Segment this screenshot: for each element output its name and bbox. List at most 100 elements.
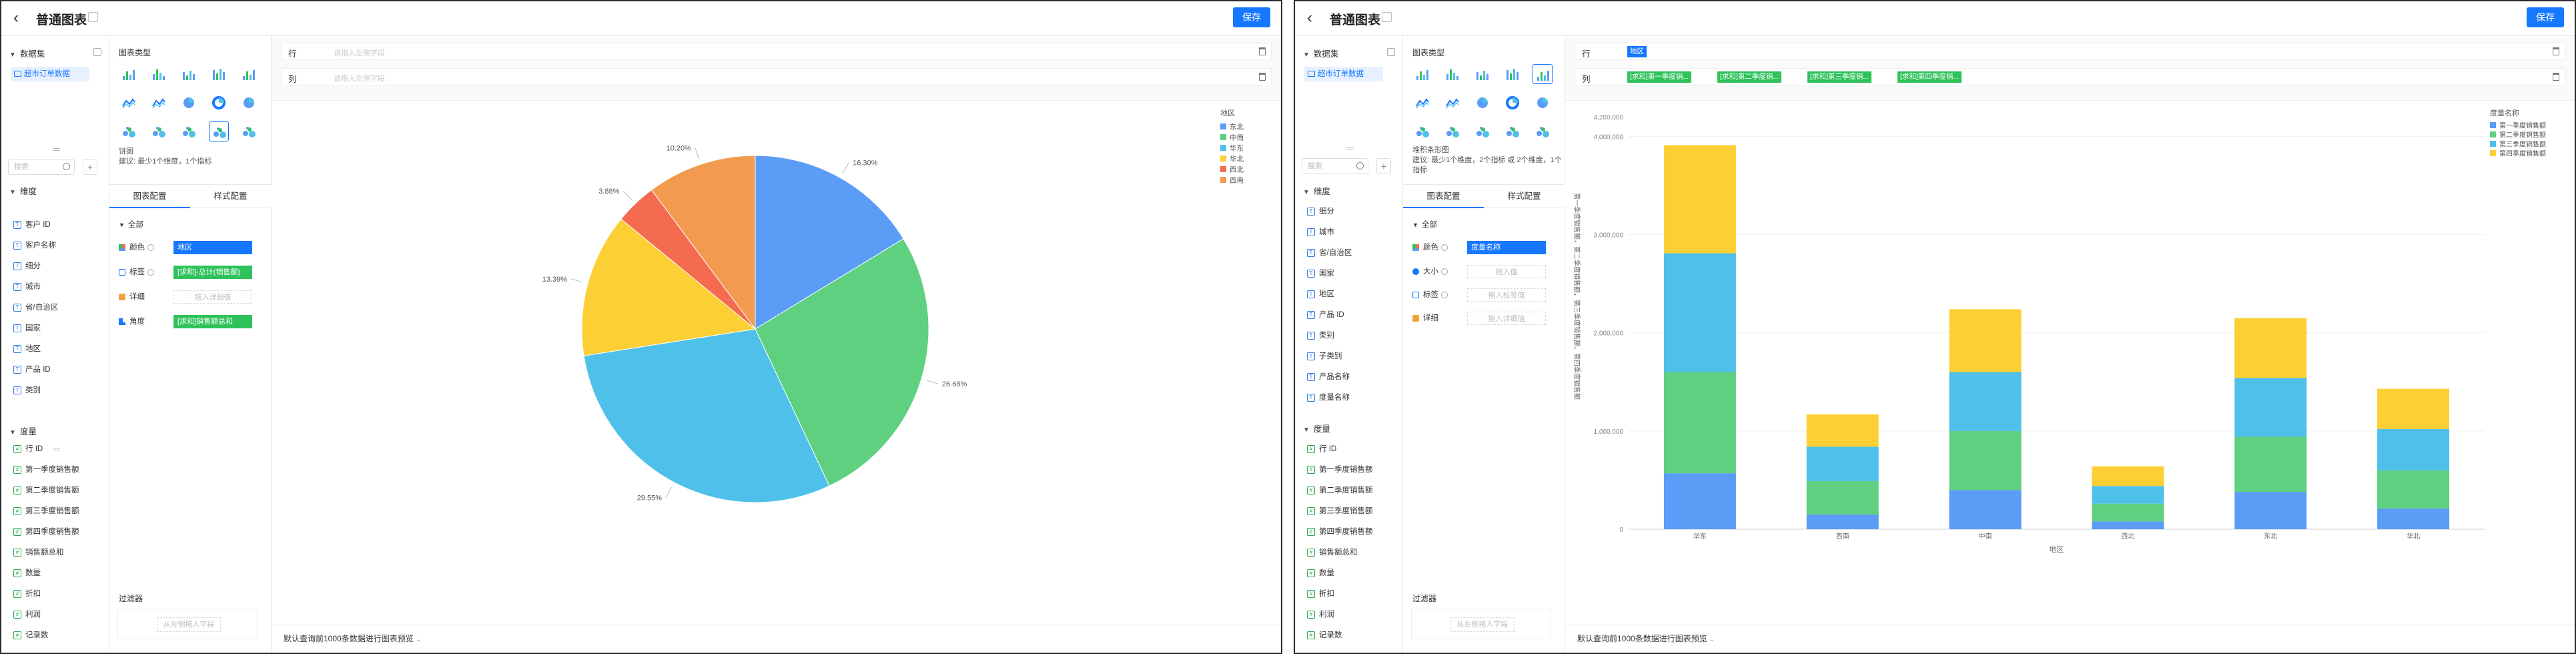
resize-handle[interactable]	[53, 448, 60, 450]
back-icon[interactable]: ‹	[13, 10, 19, 26]
chart-type-area-icon[interactable]	[1442, 93, 1462, 113]
measure-field[interactable]: # 行 ID	[1307, 443, 1336, 455]
chart-type-pie-icon[interactable]	[1472, 93, 1492, 113]
add-field-button[interactable]: +	[1376, 158, 1391, 174]
tab-chart-config[interactable]: 图表配置	[1403, 185, 1484, 208]
dimension-field[interactable]: T 产品 ID	[13, 364, 51, 376]
measure-field[interactable]: # 第三季度销售额	[1307, 505, 1373, 517]
row-shelf[interactable]: 行请拖入左侧字段	[281, 43, 1272, 60]
dimension-field[interactable]: T 国家	[13, 322, 41, 334]
add-field-button[interactable]: +	[83, 159, 97, 175]
legend-item[interactable]: 第三季度销售额	[2499, 140, 2546, 149]
bar-segment[interactable]	[1663, 473, 1736, 529]
bar-segment[interactable]	[1663, 145, 1736, 254]
bar-segment[interactable]	[2377, 388, 2450, 429]
measure-field[interactable]: # 记录数	[1307, 629, 1342, 641]
chart-type-grouped-bar-icon[interactable]	[209, 64, 229, 84]
chart-type-histogram-icon[interactable]	[209, 121, 229, 141]
legend-item[interactable]: 中南	[1230, 133, 1244, 142]
chart-type-scatter-icon[interactable]	[119, 121, 139, 141]
chart-type-area-icon[interactable]	[149, 93, 169, 113]
bar-segment[interactable]	[1949, 430, 2022, 490]
dimension-field[interactable]: T 城市	[1307, 226, 1334, 238]
legend-item[interactable]: 第四季度销售额	[2499, 149, 2546, 158]
size-dropzone[interactable]: 拖入值	[1467, 265, 1546, 278]
chevron-down-icon[interactable]: ⌄	[1709, 636, 1715, 643]
chart-type-funnel-icon[interactable]	[1472, 121, 1492, 141]
filter-dropzone[interactable]: 从左侧拖入字段	[1411, 609, 1551, 639]
dimension-field[interactable]: T 细分	[1307, 206, 1334, 218]
chart-type-grouped-bar-icon[interactable]	[1502, 64, 1523, 84]
measure-field[interactable]: # 折扣	[13, 588, 41, 600]
chart-type-scatter-icon[interactable]	[1412, 121, 1432, 141]
dataset-switch-icon[interactable]	[1387, 48, 1395, 56]
bar-segment[interactable]	[2234, 318, 2307, 378]
chart-type-bubble-icon[interactable]	[149, 121, 169, 141]
help-icon[interactable]	[147, 268, 154, 276]
bar-segment[interactable]	[1663, 253, 1736, 372]
delete-icon[interactable]	[1259, 73, 1266, 81]
chart-type-pie-icon[interactable]	[179, 93, 199, 113]
bar-segment[interactable]	[2377, 470, 2450, 509]
help-icon[interactable]	[1441, 291, 1448, 298]
label-field-chip[interactable]: [求和]-总计(销售额)	[173, 266, 252, 279]
chart-type-bar-icon[interactable]	[149, 64, 169, 84]
bar-segment[interactable]	[1806, 414, 1879, 447]
column-field-chip[interactable]: [求和]第一季度销...	[1627, 71, 1692, 83]
bar-segment[interactable]	[1806, 514, 1879, 529]
dimension-field[interactable]: T 客户名称	[13, 240, 56, 252]
edit-icon[interactable]	[1382, 12, 1392, 22]
tab-style-config[interactable]: 样式配置	[1484, 185, 1565, 208]
resize-handle[interactable]	[1347, 147, 1354, 149]
measure-field[interactable]: # 记录数	[13, 629, 49, 641]
chart-type-line-icon[interactable]	[1412, 93, 1432, 113]
measure-field[interactable]: # 利润	[1307, 609, 1334, 621]
row-shelf[interactable]: 行地区	[1575, 43, 2565, 60]
help-icon[interactable]	[1441, 244, 1448, 251]
bar-segment[interactable]	[1806, 446, 1879, 481]
chart-type-funnel-icon[interactable]	[179, 121, 199, 141]
help-icon[interactable]	[1441, 268, 1448, 275]
tab-style-config[interactable]: 样式配置	[190, 185, 271, 208]
chart-type-bar-icon[interactable]	[1442, 64, 1462, 84]
chart-type-radar-icon[interactable]	[239, 121, 259, 141]
chart-type-rose-icon[interactable]	[1533, 93, 1553, 113]
bar-segment[interactable]	[1949, 372, 2022, 431]
tab-chart-config[interactable]: 图表配置	[109, 185, 190, 208]
measure-field[interactable]: # 销售额总和	[1307, 547, 1358, 559]
legend-item[interactable]: 华北	[1230, 155, 1244, 164]
dimension-field[interactable]: T 度量名称	[1307, 392, 1350, 404]
dimension-field[interactable]: T 产品 ID	[1307, 309, 1344, 321]
column-field-chip[interactable]: [求和]第三季度销...	[1807, 71, 1872, 83]
measure-field[interactable]: # 利润	[13, 609, 41, 621]
measure-field[interactable]: # 第一季度销售额	[1307, 464, 1373, 476]
legend-item[interactable]: 第一季度销售额	[2499, 121, 2546, 130]
bar-segment[interactable]	[2234, 436, 2307, 493]
legend-item[interactable]: 西南	[1230, 176, 1244, 185]
legend-item[interactable]: 第二季度销售额	[2499, 131, 2546, 139]
dimension-field[interactable]: T 客户 ID	[13, 219, 51, 231]
chart-type-donut-icon[interactable]	[209, 93, 229, 113]
column-shelf[interactable]: 列 [求和]第一季度销... [求和]第二季度销... [求和]第三季度销...…	[1575, 68, 2565, 85]
detail-dropzone[interactable]: 拖入详细值	[1467, 312, 1546, 325]
delete-icon[interactable]	[1259, 47, 1266, 55]
dataset-item[interactable]: 超市订单数据	[11, 67, 89, 81]
angle-field-chip[interactable]: [求和]销售额总和	[173, 315, 252, 328]
delete-icon[interactable]	[2553, 47, 2559, 55]
dataset-item[interactable]: 超市订单数据	[1304, 67, 1383, 81]
chart-type-area-bar-icon[interactable]	[239, 64, 259, 84]
chart-type-area-bar-icon[interactable]	[1533, 64, 1553, 84]
bar-segment[interactable]	[2092, 466, 2164, 486]
chart-type-donut-icon[interactable]	[1502, 93, 1523, 113]
legend-item[interactable]: 华东	[1230, 144, 1244, 153]
measure-field[interactable]: # 行 ID	[13, 443, 43, 455]
edit-icon[interactable]	[88, 12, 98, 22]
measure-field[interactable]: # 数量	[1307, 567, 1334, 579]
column-field-chip[interactable]: [求和]第二季度销...	[1717, 71, 1782, 83]
field-search-input[interactable]: 搜索	[1302, 158, 1368, 174]
bar-segment[interactable]	[2377, 428, 2450, 470]
bar-segment[interactable]	[1663, 372, 1736, 474]
field-search-input[interactable]: 搜索	[8, 159, 75, 175]
dimension-field[interactable]: T 细分	[13, 260, 41, 272]
dimension-field[interactable]: T 城市	[13, 281, 41, 293]
